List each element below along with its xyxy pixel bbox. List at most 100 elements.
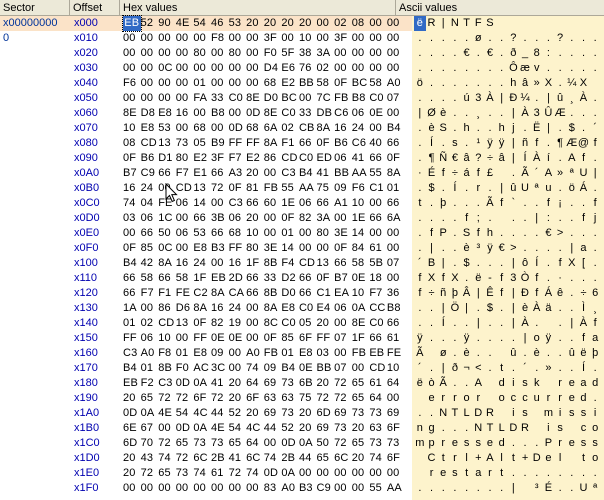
hex-byte[interactable]: 65 bbox=[352, 436, 370, 451]
ascii-char[interactable]: . bbox=[496, 61, 508, 76]
ascii-char[interactable]: f bbox=[426, 226, 438, 241]
hex-byte[interactable]: E1 bbox=[193, 166, 211, 181]
ascii-char[interactable]: . bbox=[554, 76, 566, 91]
hex-byte[interactable]: 00 bbox=[246, 61, 264, 76]
hex-byte[interactable]: 66 bbox=[123, 271, 141, 286]
ascii-char[interactable]: . bbox=[496, 301, 508, 316]
ascii-char[interactable]: Í bbox=[426, 136, 438, 151]
hex-byte[interactable]: 52 bbox=[281, 421, 299, 436]
hex-byte[interactable]: 05 bbox=[193, 136, 211, 151]
hex-byte[interactable]: C1 bbox=[369, 181, 387, 196]
hex-byte[interactable]: 55 bbox=[369, 166, 387, 181]
ascii-char[interactable]: N bbox=[437, 406, 449, 421]
hex-byte[interactable]: 00 bbox=[141, 46, 159, 61]
ascii-char[interactable]: . bbox=[496, 226, 508, 241]
ascii-char[interactable]: . bbox=[461, 271, 473, 286]
ascii-char[interactable]: . bbox=[437, 331, 449, 346]
ascii-char[interactable]: . bbox=[531, 241, 543, 256]
hex-byte[interactable]: 00 bbox=[211, 121, 229, 136]
ascii-char[interactable]: ë bbox=[414, 376, 426, 391]
ascii-char[interactable]: $ bbox=[426, 181, 438, 196]
ascii-char[interactable]: s bbox=[449, 466, 461, 481]
sector-column-header[interactable]: Sector bbox=[0, 0, 70, 16]
hex-byte[interactable]: 00 bbox=[176, 211, 194, 226]
hex-byte[interactable]: BC bbox=[352, 76, 370, 91]
hex-byte[interactable]: 33 bbox=[211, 91, 229, 106]
hex-byte[interactable]: 16 bbox=[229, 256, 247, 271]
hex-byte[interactable]: 13 bbox=[317, 256, 335, 271]
ascii-char[interactable]: . bbox=[449, 121, 461, 136]
hex-byte[interactable]: 55 bbox=[281, 181, 299, 196]
ascii-char[interactable]: a bbox=[472, 466, 484, 481]
ascii-char[interactable]: . bbox=[449, 241, 461, 256]
hex-byte[interactable]: E6 bbox=[281, 61, 299, 76]
hex-byte[interactable]: B6 bbox=[334, 136, 352, 151]
hex-byte[interactable]: E8 bbox=[299, 346, 317, 361]
ascii-char[interactable]: ¹ bbox=[472, 136, 484, 151]
ascii-char[interactable]: a bbox=[578, 376, 590, 391]
hex-byte[interactable]: ED bbox=[317, 151, 335, 166]
ascii-char[interactable]: ´ bbox=[414, 256, 426, 271]
hex-byte[interactable]: E2 bbox=[281, 76, 299, 91]
ascii-char[interactable]: Û bbox=[543, 106, 555, 121]
ascii-char[interactable]: ¸ bbox=[589, 301, 601, 316]
hex-byte[interactable]: 65 bbox=[176, 436, 194, 451]
ascii-char[interactable]: N bbox=[449, 16, 461, 31]
ascii-char[interactable]: | bbox=[414, 106, 426, 121]
sector-address[interactable]: x00000000 bbox=[0, 16, 70, 31]
hex-byte[interactable]: 06 bbox=[229, 211, 247, 226]
hex-byte[interactable]: 74 bbox=[158, 451, 176, 466]
hex-byte[interactable]: 00 bbox=[211, 61, 229, 76]
hex-byte[interactable]: 6F bbox=[299, 331, 317, 346]
hex-byte[interactable]: 0F bbox=[264, 331, 282, 346]
hex-byte[interactable]: 0F bbox=[123, 151, 141, 166]
hex-byte[interactable]: 00 bbox=[158, 91, 176, 106]
hex-byte[interactable]: C3 bbox=[123, 346, 141, 361]
hex-byte[interactable]: 8C bbox=[264, 316, 282, 331]
hex-byte[interactable]: 0D bbox=[281, 436, 299, 451]
ascii-char[interactable]: . bbox=[426, 196, 438, 211]
ascii-char[interactable]: û bbox=[508, 181, 520, 196]
hex-values-pane[interactable]: EB52 90 4E 54 46 53 20 20 20 20 00 02 08 00 00 00 00 00 00… bbox=[120, 15, 412, 500]
hex-byte[interactable]: 61 bbox=[369, 376, 387, 391]
ascii-char[interactable]: . bbox=[426, 31, 438, 46]
hex-byte[interactable]: FB bbox=[264, 181, 282, 196]
ascii-char[interactable]: . bbox=[484, 346, 496, 361]
hex-byte[interactable]: 00 bbox=[123, 91, 141, 106]
ascii-char[interactable]: . bbox=[531, 31, 543, 46]
ascii-char[interactable]: . bbox=[589, 241, 601, 256]
ascii-char[interactable]: â bbox=[519, 76, 531, 91]
hex-byte[interactable]: FA bbox=[193, 91, 211, 106]
hex-byte[interactable]: AC bbox=[193, 361, 211, 376]
hex-byte[interactable]: 53 bbox=[193, 226, 211, 241]
ascii-char[interactable]: o bbox=[589, 421, 601, 436]
hex-byte[interactable]: 2B bbox=[211, 451, 229, 466]
ascii-char[interactable]: € bbox=[461, 46, 473, 61]
ascii-char[interactable]: . bbox=[461, 376, 473, 391]
hex-byte[interactable]: CD bbox=[281, 151, 299, 166]
ascii-char[interactable]: ö bbox=[414, 76, 426, 91]
ascii-char[interactable]: S bbox=[461, 226, 473, 241]
ascii-char[interactable]: . bbox=[484, 181, 496, 196]
hex-byte[interactable]: 72 bbox=[176, 451, 194, 466]
ascii-char[interactable]: | bbox=[472, 316, 484, 331]
ascii-char[interactable]: F bbox=[472, 16, 484, 31]
hex-byte[interactable]: 00 bbox=[141, 301, 159, 316]
hex-byte[interactable]: F2 bbox=[141, 376, 159, 391]
hex-byte[interactable]: 20 bbox=[352, 451, 370, 466]
hex-byte[interactable]: 1C bbox=[158, 211, 176, 226]
hex-byte[interactable]: 6C bbox=[334, 451, 352, 466]
ascii-char[interactable]: . bbox=[449, 481, 461, 496]
ascii-char[interactable]: ´ bbox=[414, 361, 426, 376]
hex-byte[interactable]: 07 bbox=[387, 91, 405, 106]
hex-byte[interactable]: 66 bbox=[158, 166, 176, 181]
hex-byte[interactable]: 19 bbox=[229, 316, 247, 331]
hex-byte[interactable]: E8 bbox=[281, 301, 299, 316]
ascii-char[interactable]: Á bbox=[543, 286, 555, 301]
ascii-char[interactable]: . bbox=[589, 31, 601, 46]
hex-byte[interactable]: 44 bbox=[211, 406, 229, 421]
hex-byte[interactable]: 74 bbox=[123, 196, 141, 211]
hex-byte[interactable]: 2B bbox=[281, 451, 299, 466]
ascii-char[interactable]: ñ bbox=[437, 286, 449, 301]
ascii-char[interactable]: . bbox=[449, 421, 461, 436]
